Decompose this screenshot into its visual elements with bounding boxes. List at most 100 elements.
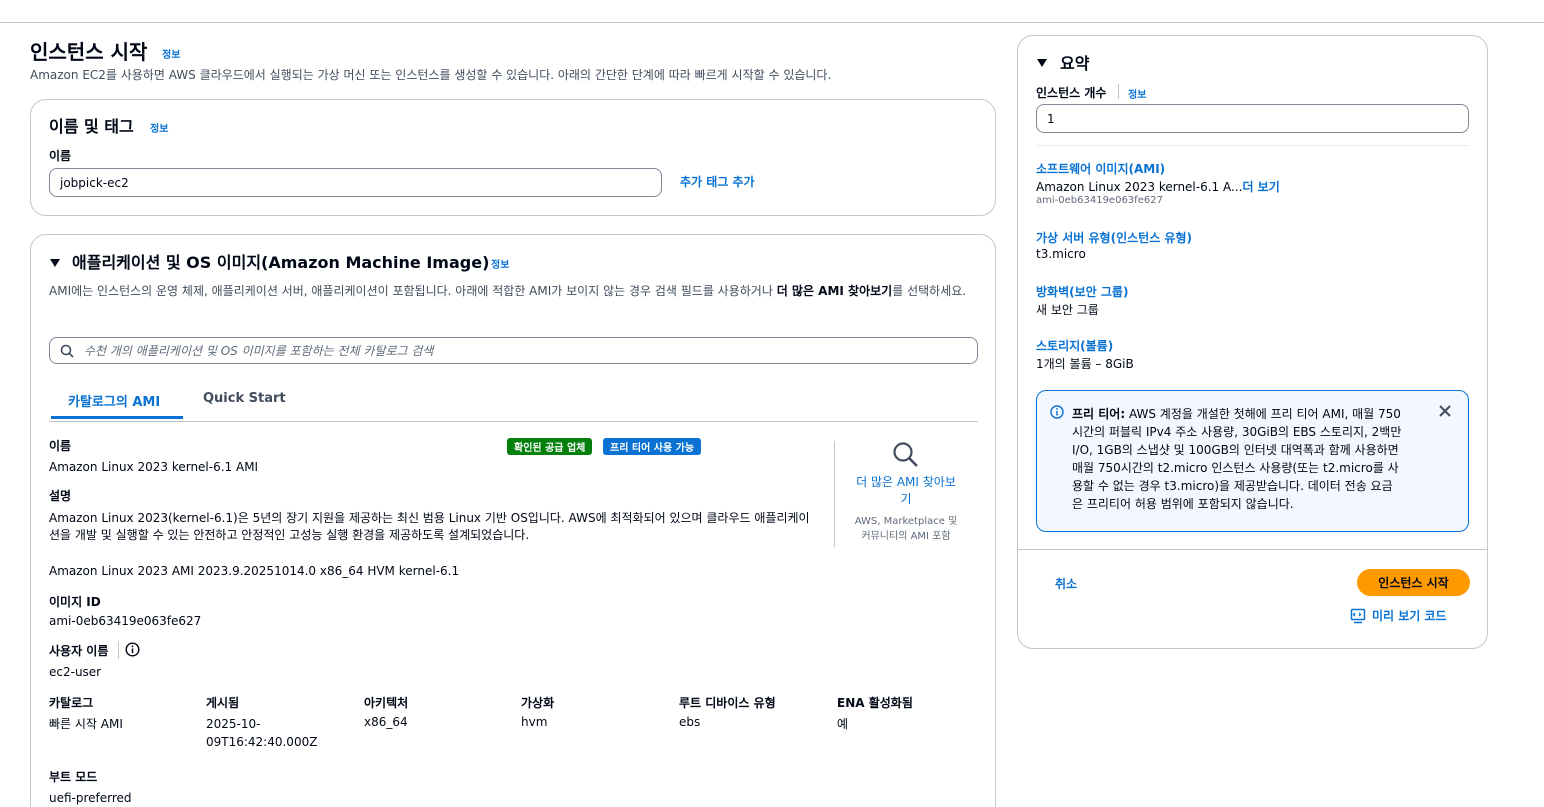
ami-description: AMI에는 인스턴스의 운영 체제, 애플리케이션 서버, 애플리케이션이 포함…	[49, 283, 979, 300]
magnifier-icon	[893, 442, 918, 467]
free-tier-text: 프리 티어: AWS 계정을 개설한 첫해에 프리 티어 AMI, 매월 750…	[1072, 405, 1412, 513]
ami-description-text: AMI에는 인스턴스의 운영 체제, 애플리케이션 서버, 애플리케이션이 포함…	[49, 284, 777, 298]
storage-value: 1개의 볼륨 – 8GiB	[1036, 357, 1134, 371]
tab-quick-start[interactable]: Quick Start	[203, 391, 286, 406]
ena-label: ENA 활성화됨	[837, 696, 913, 710]
ami-name-value: Amazon Linux 2023 kernel-6.1 AMI	[49, 460, 259, 474]
free-tier-line-4: 매월 750시간의 t2.micro 인스턴스 사용량(또는 t2.micro를…	[1072, 461, 1399, 475]
page-info-link[interactable]: 정보	[162, 46, 180, 61]
ami-desc-value: Amazon Linux 2023(kernel-6.1)은 5년의 장기 지원…	[49, 510, 819, 544]
free-tier-line-6: 은 프리티어 허용 범위에 포함되지 않습니다.	[1072, 497, 1294, 511]
software-image-name: Amazon Linux 2023 kernel-6.1 A...	[1036, 180, 1243, 194]
tabs-divider	[49, 421, 978, 422]
instance-type-value: t3.micro	[1036, 247, 1086, 261]
browse-more-sub-line-1: AWS, Marketplace 및	[854, 516, 958, 527]
instance-count-label: 인스턴스 개수	[1036, 86, 1107, 100]
boot-mode-value: uefi-preferred	[49, 791, 132, 805]
close-icon	[1439, 405, 1451, 417]
browse-more-ami-button[interactable]: 더 많은 AMI 찾아보 기 AWS, Marketplace 및 커뮤니티의 …	[841, 441, 971, 544]
root-device-value: ebs	[679, 715, 701, 729]
name-label: 이름	[49, 149, 72, 163]
architecture-value: x86_64	[364, 715, 408, 729]
caret-down-icon	[50, 259, 60, 267]
ami-desc-line-2: 션을 개발 및 실행할 수 있는 안전하고 안정적인 고성능 실행 환경을 제공…	[49, 528, 530, 542]
browse-more-line-2: 기	[900, 492, 912, 506]
ami-desc-line-1: Amazon Linux 2023(kernel-6.1)은 5년의 장기 지원…	[49, 511, 810, 525]
virtualization-value: hvm	[521, 715, 548, 729]
close-alert-button[interactable]	[1437, 403, 1453, 419]
free-tier-badge: 프리 티어 사용 가능	[603, 438, 702, 455]
cancel-button[interactable]: 취소	[1055, 575, 1077, 592]
page-title: 인스턴스 시작	[30, 40, 148, 64]
ena-value: 예	[837, 717, 849, 731]
security-group-link[interactable]: 방화벽(보안 그룹)	[1036, 283, 1128, 300]
free-tier-line-5: 용할 수 없는 경우 t3.micro)을 제공받습니다. 데이터 전송 요금	[1072, 479, 1393, 493]
info-icon	[1050, 405, 1064, 419]
architecture-label: 아키텍처	[364, 696, 409, 710]
browse-divider	[834, 441, 835, 547]
instance-count-info-link[interactable]: 정보	[1128, 86, 1146, 101]
image-id-value: ami-0eb63419e063fe627	[49, 614, 202, 628]
summary-divider-1	[1036, 145, 1469, 146]
browse-more-subtext: AWS, Marketplace 및 커뮤니티의 AMI 포함	[841, 514, 971, 544]
username-info-button[interactable]	[125, 642, 140, 660]
ami-description-end: 를 선택하세요.	[892, 284, 967, 298]
catalog-label: 카탈로그	[49, 696, 94, 710]
username-separator	[118, 641, 119, 659]
root-device-label: 루트 디바이스 유형	[679, 696, 776, 710]
ami-description-bold: 더 많은 AMI 찾아보기	[776, 284, 893, 298]
preview-code-button[interactable]: 미리 보기 코드	[1350, 607, 1447, 624]
software-more-link[interactable]: 더 보기	[1242, 180, 1279, 194]
page-description: Amazon EC2를 사용하면 AWS 클라우드에서 실행되는 가상 머신 또…	[30, 68, 832, 82]
free-tier-alert: 프리 티어: AWS 계정을 개설한 첫해에 프리 티어 AMI, 매월 750…	[1036, 390, 1469, 532]
free-tier-line-3: I/O, 1GB의 스냅샷 및 100GB의 인터넷 대역폭과 함께 사용하면	[1072, 443, 1399, 457]
ami-panel: 애플리케이션 및 OS 이미지(Amazon Machine Image) 정보…	[30, 234, 996, 807]
published-value: 2025-10- 09T16:42:40.000Z	[206, 715, 317, 751]
ami-title: 애플리케이션 및 OS 이미지(Amazon Machine Image)	[72, 253, 490, 272]
username-value: ec2-user	[49, 665, 102, 679]
tab-active-indicator	[51, 416, 183, 419]
storage-link[interactable]: 스토리지(볼륨)	[1036, 337, 1113, 354]
ami-desc-label: 설명	[49, 489, 72, 503]
launch-instance-button[interactable]: 인스턴스 시작	[1357, 569, 1470, 596]
published-label: 게시됨	[206, 696, 240, 710]
boot-mode-label: 부트 모드	[49, 770, 98, 784]
search-icon	[60, 344, 74, 358]
preview-code-label: 미리 보기 코드	[1372, 609, 1447, 623]
ami-full-name: Amazon Linux 2023 AMI 2023.9.20251014.0 …	[49, 564, 460, 578]
ami-search-input[interactable]: 수천 개의 애플리케이션 및 OS 이미지를 포함하는 전체 카탈로그 검색	[49, 337, 978, 364]
virtualization-label: 가상화	[521, 696, 555, 710]
software-image-value: Amazon Linux 2023 kernel-6.1 A...더 보기	[1036, 178, 1280, 195]
name-tags-panel: 이름 및 태그 정보 이름 jobpick-ec2 추가 태그 추가	[30, 99, 996, 216]
username-label: 사용자 이름	[49, 644, 109, 658]
summary-collapse-toggle[interactable]	[1037, 56, 1047, 70]
catalog-value: 빠른 시작 AMI	[49, 717, 123, 731]
ami-collapse-toggle[interactable]	[50, 256, 60, 270]
free-tier-bold: 프리 티어:	[1072, 407, 1126, 421]
name-tags-info-link[interactable]: 정보	[150, 120, 168, 135]
ami-name-label: 이름	[49, 439, 72, 453]
browse-more-line-1: 더 많은 AMI 찾아보	[856, 475, 956, 489]
summary-title: 요약	[1060, 54, 1090, 73]
name-tags-title: 이름 및 태그	[49, 117, 134, 136]
instance-count-input[interactable]: 1	[1036, 104, 1469, 133]
verified-vendor-badge: 확인된 공급 업체	[507, 438, 593, 455]
browse-more-sub-line-2: 커뮤니티의 AMI 포함	[861, 531, 951, 542]
published-value-line-1: 2025-10-	[206, 717, 261, 731]
name-input-value: jobpick-ec2	[60, 175, 129, 190]
tab-catalog-ami[interactable]: 카탈로그의 AMI	[68, 391, 160, 410]
browse-more-link[interactable]: 더 많은 AMI 찾아보 기	[841, 474, 971, 508]
summary-panel: 요약 인스턴스 개수 정보 1 소프트웨어 이미지(AMI) Amazon Li…	[1017, 35, 1488, 649]
instance-type-link[interactable]: 가상 서버 유형(인스턴스 유형)	[1036, 229, 1192, 246]
summary-footer-divider	[1018, 549, 1487, 550]
instance-count-value: 1	[1047, 111, 1055, 126]
software-image-link[interactable]: 소프트웨어 이미지(AMI)	[1036, 160, 1165, 177]
code-preview-icon	[1350, 608, 1366, 623]
security-group-value: 새 보안 그룹	[1036, 303, 1099, 317]
ami-info-link[interactable]: 정보	[491, 256, 509, 271]
count-separator	[1118, 84, 1119, 99]
free-tier-line-2: 시간의 퍼블릭 IPv4 주소 사용량, 30GiB의 EBS 스토리지, 2백…	[1072, 425, 1402, 439]
free-tier-line-1: AWS 계정을 개설한 첫해에 프리 티어 AMI, 매월 750	[1125, 407, 1401, 421]
add-tags-link[interactable]: 추가 태그 추가	[680, 173, 755, 190]
name-input[interactable]: jobpick-ec2	[49, 168, 662, 197]
